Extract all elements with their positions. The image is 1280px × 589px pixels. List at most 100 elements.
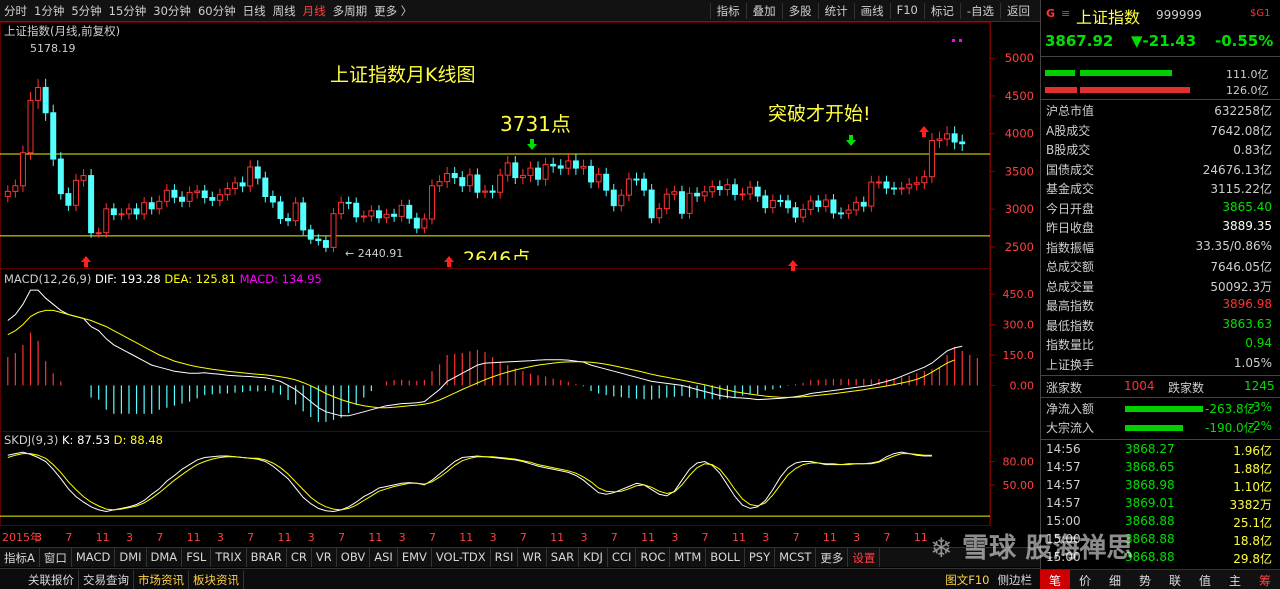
candle-body bbox=[527, 167, 534, 176]
macd-dea: DEA: 125.81 bbox=[164, 272, 236, 286]
candle-body bbox=[860, 201, 867, 207]
last-price: 3867.92 bbox=[1045, 32, 1114, 50]
indicator-tab[interactable]: MACD bbox=[72, 548, 116, 567]
toolbar-button[interactable]: 标记 bbox=[923, 3, 960, 19]
toolbar-button[interactable]: 多股 bbox=[781, 3, 818, 19]
indicator-tab[interactable]: MCST bbox=[775, 548, 817, 567]
indicator-tab[interactable]: KDJ bbox=[579, 548, 608, 567]
toolbar-button[interactable]: 指标 bbox=[709, 3, 746, 19]
indicator-tab[interactable]: OBV bbox=[337, 548, 371, 567]
breakout-annotation: 突破才开始! bbox=[768, 103, 871, 125]
indicator-tab[interactable]: BOLL bbox=[706, 548, 745, 567]
x-tick-label: 7 bbox=[520, 531, 527, 544]
quote-value: 0.94 bbox=[1245, 336, 1272, 350]
indicator-tab[interactable]: CCI bbox=[608, 548, 637, 567]
sidebar-tab[interactable]: 细 bbox=[1100, 570, 1130, 589]
candle-body bbox=[724, 184, 731, 191]
toolbar-button[interactable]: 统计 bbox=[817, 3, 854, 19]
bottom-right-link[interactable]: 图文F10 bbox=[941, 570, 993, 589]
toolbar-button[interactable]: F10 bbox=[889, 3, 924, 19]
period-tab[interactable]: 周线 bbox=[273, 3, 296, 19]
bottom-link[interactable]: 交易查询 bbox=[79, 570, 134, 589]
tick-time: 14:57 bbox=[1046, 460, 1081, 474]
menu-icon[interactable]: ≡ bbox=[1061, 7, 1070, 20]
period-tab[interactable]: 月线 bbox=[303, 3, 326, 19]
sidebar-tab[interactable]: 势 bbox=[1130, 570, 1160, 589]
flow-label: 大宗流入 bbox=[1046, 421, 1095, 435]
indicator-tab[interactable]: VR bbox=[312, 548, 337, 567]
candle-body bbox=[368, 210, 375, 217]
indicator-tab[interactable]: 设置 bbox=[848, 548, 881, 567]
quote-row: A股成交 7642.08亿 bbox=[1045, 122, 1275, 141]
period-tab[interactable]: 分时 bbox=[4, 3, 27, 19]
candle-body bbox=[103, 208, 110, 234]
indicator-tab[interactable]: ASI bbox=[370, 548, 398, 567]
period-tab[interactable]: 5分钟 bbox=[71, 3, 101, 19]
toolbar-button[interactable]: 返回 bbox=[1000, 3, 1036, 19]
flow-bar bbox=[1125, 425, 1183, 431]
period-tab[interactable]: 多周期 bbox=[333, 3, 368, 19]
period-tab[interactable]: 30分钟 bbox=[153, 3, 191, 19]
candle-body bbox=[262, 177, 269, 197]
indicator-tab[interactable]: MTM bbox=[670, 548, 707, 567]
tick-volume: 1.96亿 bbox=[1233, 444, 1272, 458]
candle-body bbox=[678, 191, 685, 214]
high-price-label: 5178.19 bbox=[30, 42, 76, 55]
bottom-right-link[interactable]: 侧边栏 bbox=[994, 570, 1037, 589]
sidebar-tab[interactable]: 笔 bbox=[1040, 570, 1070, 589]
sidebar-tab[interactable]: 价 bbox=[1070, 570, 1100, 589]
period-tab[interactable]: 日线 bbox=[243, 3, 266, 19]
candle-body bbox=[171, 189, 178, 198]
bottom-right-links: 图文F10 侧边栏 bbox=[941, 570, 1036, 589]
indicator-tab[interactable]: ROC bbox=[636, 548, 671, 567]
indicator-tab[interactable]: EMV bbox=[398, 548, 432, 567]
signal-arrow bbox=[788, 260, 798, 271]
candle-body bbox=[141, 202, 148, 215]
candle-body bbox=[285, 218, 292, 222]
quote-row: 指数振幅 33.35/0.86% bbox=[1045, 239, 1275, 258]
indicator-tab[interactable]: 指标A bbox=[0, 548, 40, 567]
badge: $G1 bbox=[1250, 8, 1271, 19]
candle-body bbox=[883, 181, 890, 189]
candle-body bbox=[216, 194, 223, 201]
toolbar-button[interactable]: 画线 bbox=[853, 3, 890, 19]
indicator-tab[interactable]: VOL-TDX bbox=[432, 548, 491, 567]
toolbar-button[interactable]: 叠加 bbox=[745, 3, 782, 19]
bottom-link[interactable]: 关联报价 bbox=[24, 570, 79, 589]
sidebar-tab[interactable]: 联 bbox=[1160, 570, 1190, 589]
period-tab[interactable]: 60分钟 bbox=[198, 3, 236, 19]
indicator-tab[interactable]: TRIX bbox=[211, 548, 247, 567]
bottom-link[interactable]: 市场资讯 bbox=[134, 570, 189, 589]
candle-body bbox=[110, 208, 117, 216]
indicator-tab[interactable]: PSY bbox=[745, 548, 776, 567]
period-tab[interactable]: 15分钟 bbox=[109, 3, 147, 19]
candle-body bbox=[853, 201, 860, 211]
bottom-link[interactable]: 板块资讯 bbox=[189, 570, 244, 589]
sidebar-tab[interactable]: 筹 bbox=[1250, 570, 1280, 589]
candle-body bbox=[625, 178, 632, 196]
x-tick-label: 7 bbox=[429, 531, 436, 544]
indicator-tab[interactable]: 窗口 bbox=[40, 548, 72, 567]
indicator-tab[interactable]: WR bbox=[518, 548, 547, 567]
sidebar-tab[interactable]: 值 bbox=[1190, 570, 1220, 589]
skdj-title: SKDJ(9,3) bbox=[4, 433, 59, 447]
candle-body bbox=[815, 200, 822, 207]
divider bbox=[1041, 375, 1280, 376]
peak-annotation: 3731点 bbox=[500, 112, 571, 136]
indicator-tab[interactable]: 更多 bbox=[816, 548, 849, 567]
indicator-tab[interactable]: RSI bbox=[491, 548, 519, 567]
toolbar-button[interactable]: -自选 bbox=[959, 3, 1000, 19]
x-tick-label: 3 bbox=[217, 531, 224, 544]
period-tab[interactable]: 更多 〉 bbox=[374, 3, 412, 19]
sidebar-tab[interactable]: 主 bbox=[1220, 570, 1250, 589]
indicator-tab[interactable]: DMA bbox=[147, 548, 183, 567]
indicator-tab[interactable]: DMI bbox=[115, 548, 147, 567]
indicator-tab[interactable]: FSL bbox=[182, 548, 212, 567]
x-tick-label: 7 bbox=[883, 531, 890, 544]
period-tab[interactable]: 1分钟 bbox=[34, 3, 64, 19]
quote-label: 沪总市值 bbox=[1046, 104, 1095, 118]
candle-body bbox=[686, 192, 693, 214]
indicator-tab[interactable]: SAR bbox=[547, 548, 580, 567]
indicator-tab[interactable]: BRAR bbox=[247, 548, 287, 567]
indicator-tab[interactable]: CR bbox=[287, 548, 312, 567]
